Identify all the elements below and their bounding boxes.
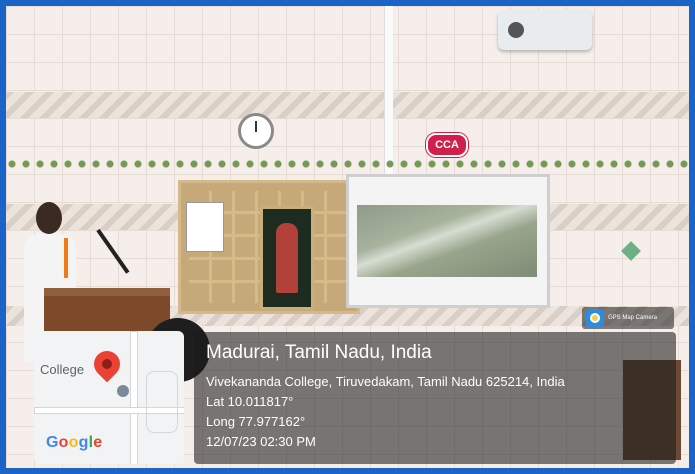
flower-garland (6, 158, 689, 170)
location-title: Madurai, Tamil Nadu, India (206, 342, 432, 363)
cca-wall-sign: CCA (426, 133, 468, 157)
speaker-lanyard (64, 238, 68, 278)
poi-icon (117, 385, 129, 397)
longitude-text: Long 77.977162° (206, 414, 306, 429)
projection-screen (346, 174, 550, 308)
map-road (146, 371, 178, 433)
datetime-text: 12/07/23 02:30 PM (206, 434, 316, 449)
projected-image (357, 205, 537, 277)
gps-map-camera-icon (586, 309, 604, 327)
wall-calendar (186, 202, 224, 252)
ceiling-projector (498, 10, 592, 50)
speaker-head (36, 202, 62, 234)
location-map-thumbnail: College Google (34, 331, 184, 464)
google-logo: Google (46, 434, 103, 451)
address-text: Vivekananda College, Tiruvedakam, Tamil … (206, 374, 565, 389)
photo-frame: CCA GPS Map Camera College Google Madura… (0, 0, 695, 474)
gps-map-camera-badge: GPS Map Camera (582, 307, 674, 329)
gps-app-name: GPS Map Camera (608, 315, 658, 321)
map-place-label: College (40, 362, 85, 377)
wall-border-stripe (6, 92, 689, 118)
location-pin-icon (88, 345, 126, 383)
latitude-text: Lat 10.011817° (206, 394, 294, 409)
geotag-info-panel: Madurai, Tamil Nadu, India Vivekananda C… (194, 332, 676, 464)
map-road (130, 331, 138, 464)
wall-clock (238, 113, 274, 149)
framed-portrait (260, 206, 314, 310)
